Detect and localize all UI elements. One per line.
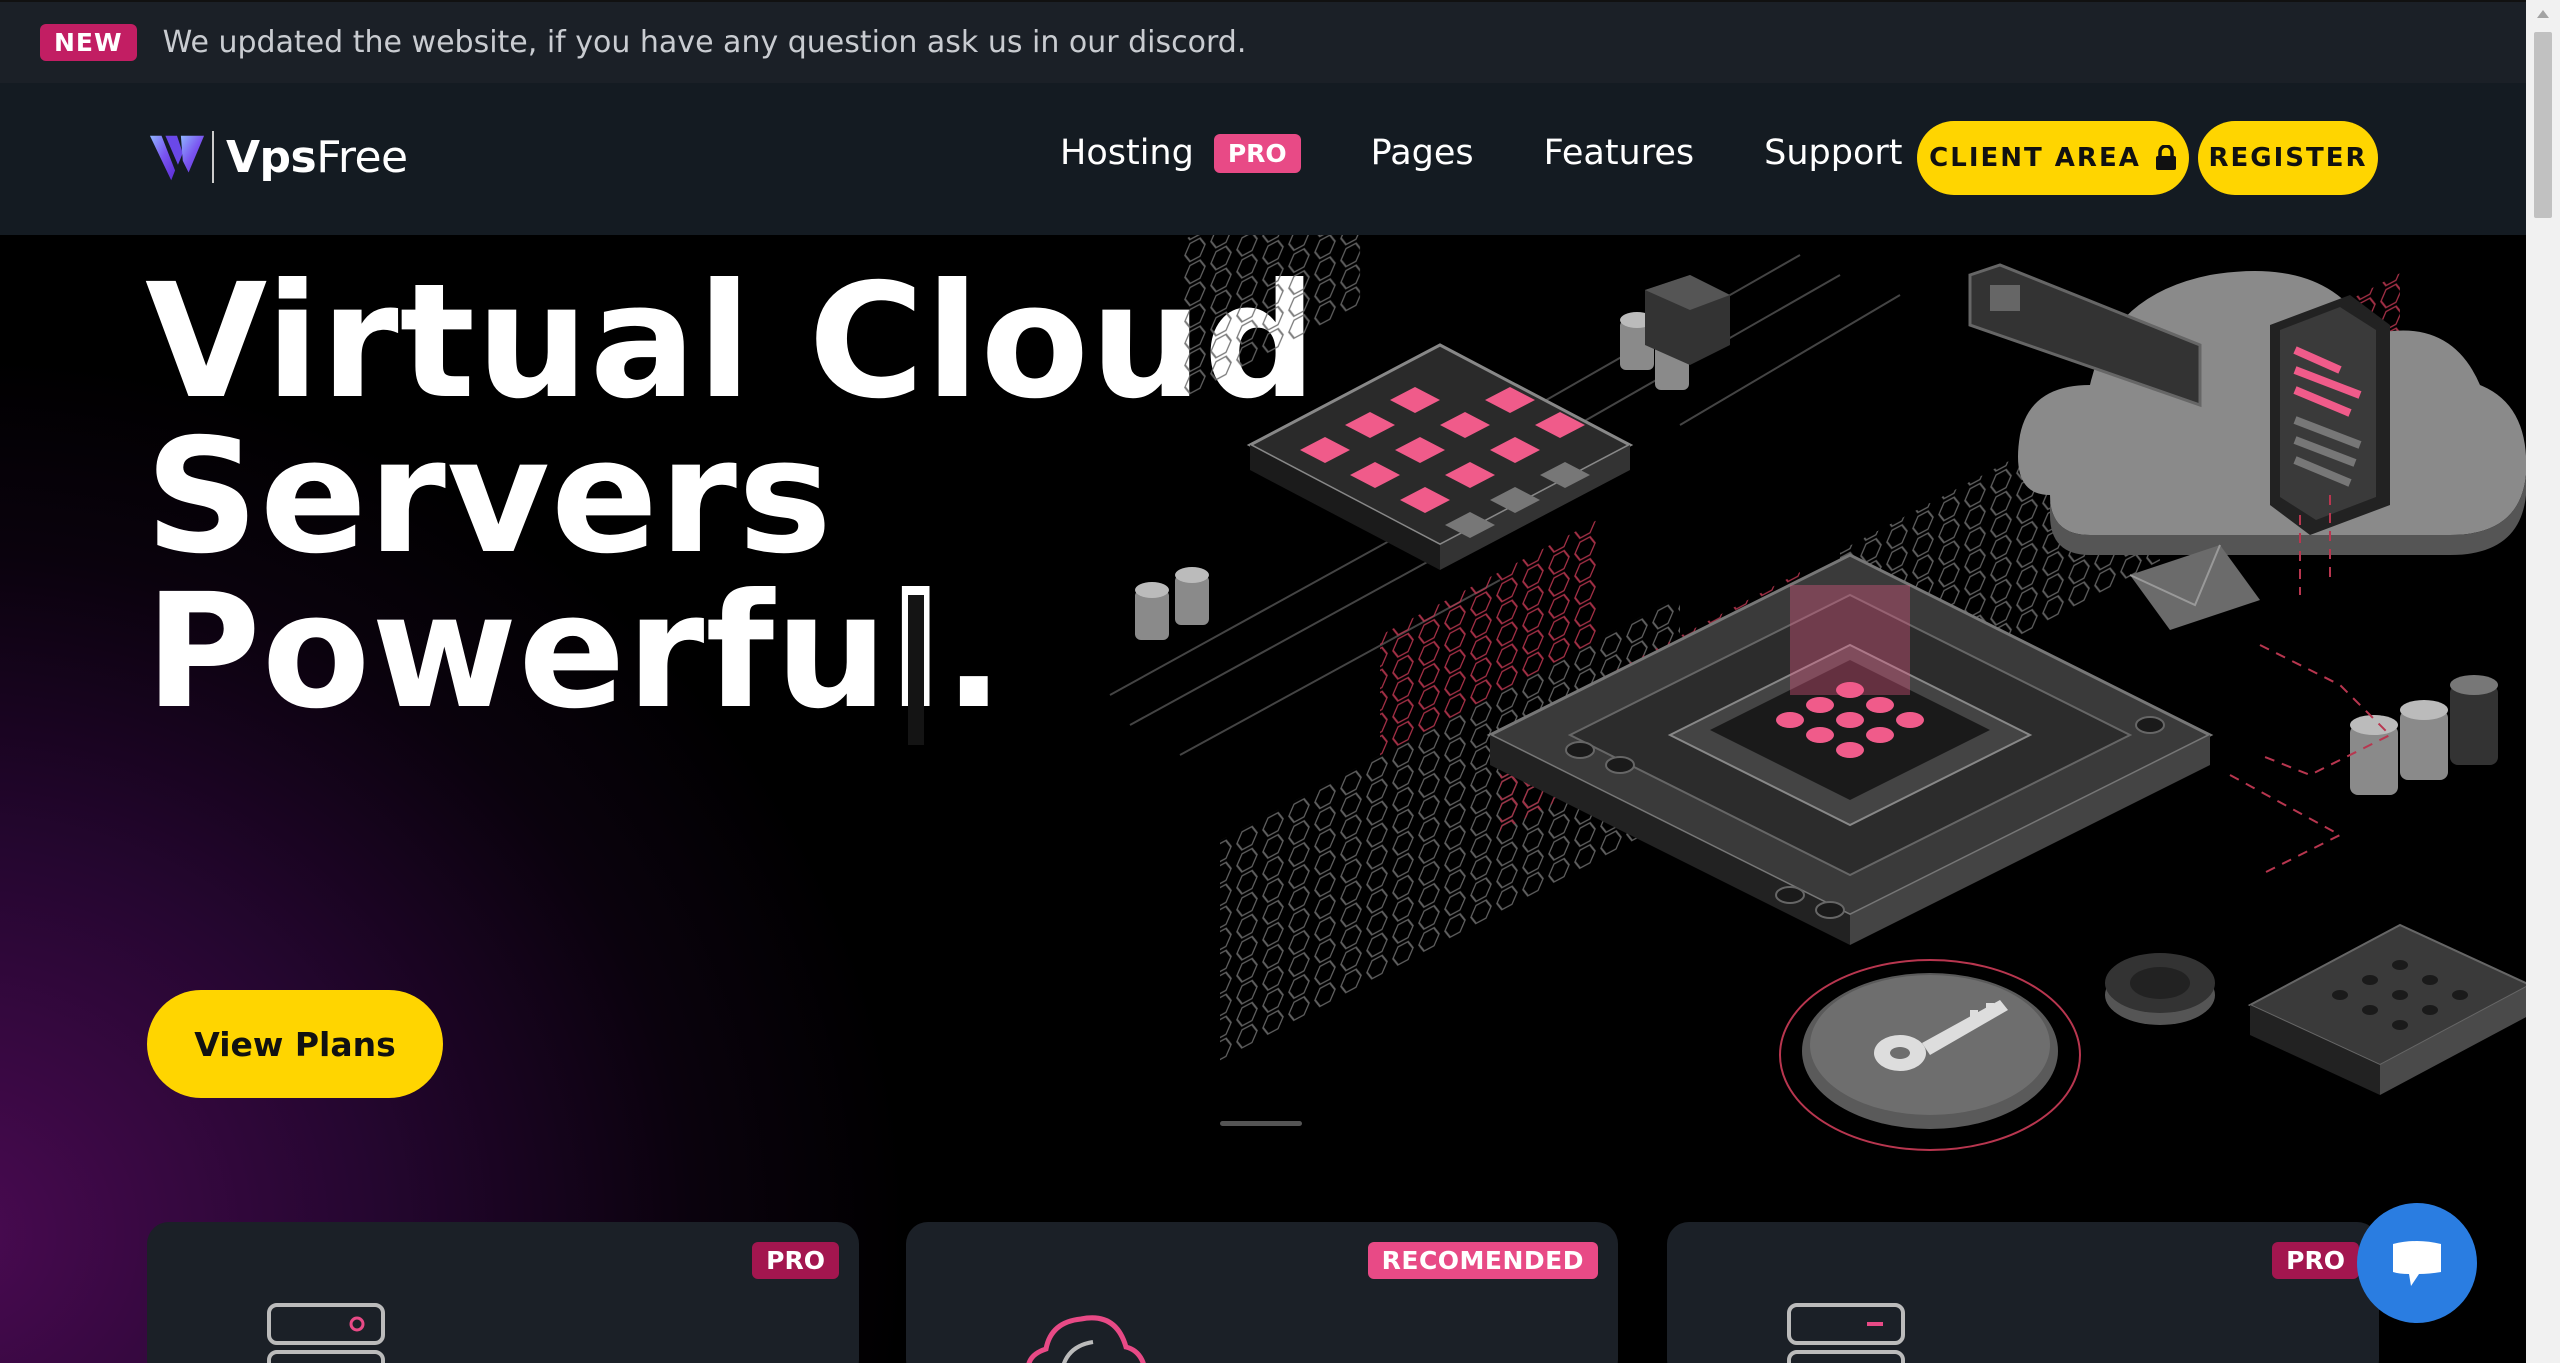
chat-bubble-icon [2393, 1241, 2441, 1286]
page-scrollbar[interactable] [2526, 0, 2560, 1363]
cloud-icon [1026, 1315, 1146, 1363]
main-menu: Hosting PRO Pages Features Support [1060, 133, 1972, 173]
plan-card[interactable]: RECOMENDED [906, 1222, 1618, 1363]
plan-card[interactable]: PRO [1667, 1222, 2379, 1363]
plan-card[interactable]: PRO [147, 1222, 859, 1363]
server-icon [267, 1303, 385, 1363]
v-logo-icon [149, 135, 205, 181]
hero-section: Virtual Cloud Servers Powerful. View Pla… [0, 235, 2526, 1363]
scroll-up-arrow-icon[interactable] [2537, 10, 2549, 18]
nav-item-support[interactable]: Support [1764, 133, 1902, 173]
typing-cursor [908, 595, 924, 745]
pro-badge: PRO [752, 1242, 839, 1279]
client-area-button[interactable]: CLIENT AREA [1917, 121, 2189, 195]
scroll-thumb[interactable] [2534, 32, 2552, 218]
register-button[interactable]: REGISTER [2198, 121, 2378, 195]
carousel-indicator[interactable] [1220, 1121, 1302, 1126]
nav-item-pages[interactable]: Pages [1371, 133, 1474, 173]
lock-icon [2155, 145, 2176, 170]
brand-name: VpsFree [226, 131, 408, 183]
chat-button[interactable] [2357, 1203, 2477, 1323]
announcement-message: We updated the website, if you have any … [162, 25, 1247, 60]
pro-badge: PRO [2272, 1242, 2359, 1279]
recommended-badge: RECOMENDED [1367, 1242, 1598, 1279]
logo-divider [212, 131, 214, 183]
isometric-server-illustration [1109, 235, 2526, 1151]
announcement-bar: NEW We updated the website, if you have … [0, 0, 2526, 83]
nav-item-hosting[interactable]: Hosting PRO [1060, 133, 1301, 173]
brand-logo[interactable]: VpsFree [148, 128, 408, 186]
pro-badge: PRO [1213, 133, 1301, 173]
navbar: VpsFree Hosting PRO Pages Features Suppo… [0, 83, 2526, 235]
nav-item-features[interactable]: Features [1544, 133, 1695, 173]
new-badge: NEW [40, 24, 137, 61]
view-plans-button[interactable]: View Plans [147, 990, 443, 1098]
server-icon [1787, 1303, 1905, 1363]
